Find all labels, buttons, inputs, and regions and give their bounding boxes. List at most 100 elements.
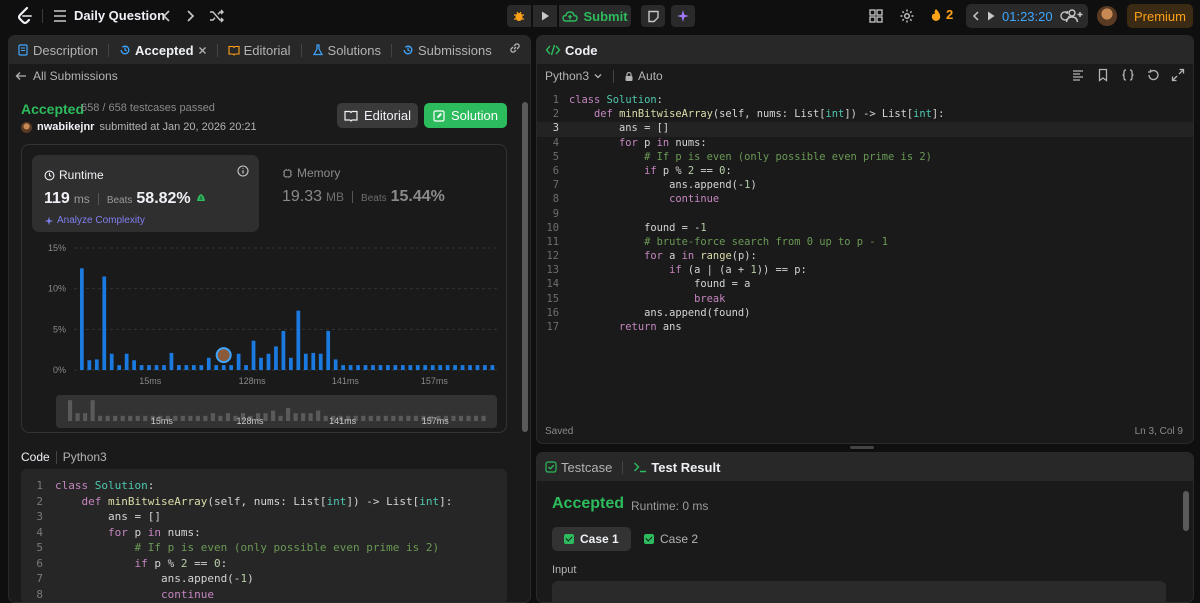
ai-assistant-button[interactable] — [671, 5, 695, 27]
play-icon[interactable] — [986, 10, 996, 22]
chart-bar[interactable] — [363, 365, 368, 370]
code-line[interactable]: 8 continue — [21, 588, 507, 603]
avatar[interactable] — [1097, 6, 1117, 26]
tab-test-result[interactable]: Test Result — [633, 460, 720, 475]
chart-bar[interactable] — [87, 360, 92, 370]
code-line[interactable]: 11 # brute-force search from 0 up to p -… — [537, 236, 1193, 250]
chart-bar[interactable] — [311, 352, 316, 370]
chart-bar[interactable] — [147, 365, 151, 370]
reset-code-icon[interactable] — [1146, 68, 1160, 82]
notes-button[interactable] — [641, 5, 665, 27]
code-line[interactable]: 8 continue — [537, 193, 1193, 207]
chart-bar[interactable] — [483, 365, 487, 370]
chart-bar[interactable] — [214, 365, 219, 370]
tab-code[interactable]: Code — [545, 43, 598, 58]
memory-value-row[interactable]: 19.33 MB Beats 15.44% — [282, 188, 445, 206]
tab-editorial[interactable]: Editorial — [228, 43, 291, 58]
chart-bar[interactable] — [356, 365, 360, 370]
distribution-overview-slider[interactable]: 15ms 128ms 141ms 157ms — [56, 395, 497, 428]
page-title[interactable]: Daily Question — [74, 8, 165, 23]
chart-bar[interactable] — [341, 365, 345, 370]
chart-bar[interactable] — [274, 346, 278, 370]
chart-bar[interactable] — [177, 365, 181, 370]
chart-bar[interactable] — [296, 310, 301, 370]
share-link-icon[interactable] — [508, 41, 522, 55]
previous-question-button[interactable] — [158, 7, 174, 25]
chart-bar[interactable] — [132, 360, 136, 370]
chart-bar[interactable] — [221, 365, 226, 370]
braces-icon[interactable] — [1121, 68, 1135, 82]
submit-button[interactable]: Submit — [559, 5, 631, 27]
bookmark-icon[interactable] — [1096, 68, 1110, 82]
tab-description[interactable]: Description — [17, 43, 98, 58]
tab-submissions[interactable]: Submissions — [402, 43, 492, 58]
case-2-tab[interactable]: Case 2 — [632, 527, 710, 551]
case-1-tab[interactable]: Case 1 — [552, 527, 631, 551]
debug-button[interactable] — [507, 5, 531, 27]
editorial-button[interactable]: Editorial — [337, 103, 418, 128]
chart-bar[interactable] — [199, 365, 204, 370]
chart-bar[interactable] — [438, 365, 443, 370]
chart-bar[interactable] — [259, 357, 263, 370]
chart-bar[interactable] — [229, 365, 234, 370]
next-question-button[interactable] — [183, 7, 199, 25]
run-button[interactable] — [533, 5, 557, 27]
code-line[interactable]: 2 def minBitwiseArray(self, nums: List[i… — [21, 495, 507, 511]
submitted-code-block[interactable]: 1 class Solution: 2 def minBitwiseArray(se… — [21, 469, 507, 603]
code-line[interactable]: 2 def minBitwiseArray(self, nums: List[i… — [537, 108, 1193, 122]
chart-bar[interactable] — [475, 365, 480, 370]
code-line[interactable]: 15 break — [537, 293, 1193, 307]
layout-icon[interactable] — [868, 8, 884, 24]
chart-bar[interactable] — [400, 365, 405, 370]
chart-bar[interactable] — [318, 353, 323, 370]
runtime-distribution-chart[interactable]: 15% 10% 5% 0% 15ms 128ms 141ms 157ms — [22, 240, 508, 400]
code-line[interactable]: 5 # If p is even (only possible even pri… — [537, 151, 1193, 165]
code-line[interactable]: 12 for a in range(p): — [537, 250, 1193, 264]
result-scrollbar[interactable] — [1183, 491, 1189, 531]
chart-bar[interactable] — [386, 365, 390, 370]
chart-bar[interactable] — [117, 365, 122, 370]
problem-list-icon[interactable] — [52, 8, 68, 24]
solution-button[interactable]: Solution — [424, 103, 507, 128]
chart-bar[interactable] — [236, 353, 241, 370]
tab-testcase[interactable]: Testcase — [545, 460, 612, 475]
left-panel-scroll-thumb[interactable] — [522, 102, 528, 432]
tab-accepted[interactable]: Accepted — [119, 43, 207, 58]
chart-bar[interactable] — [468, 365, 472, 370]
auto-mode-toggle[interactable]: Auto — [624, 69, 663, 83]
code-line[interactable]: 6 if p % 2 == 0: — [21, 557, 507, 573]
chart-bar[interactable] — [393, 365, 398, 370]
chart-bar[interactable] — [251, 340, 256, 370]
chart-bar[interactable] — [169, 352, 174, 370]
chart-bar[interactable] — [415, 365, 420, 370]
chart-bar[interactable] — [109, 353, 114, 370]
close-icon[interactable] — [198, 46, 207, 55]
premium-button[interactable]: Premium — [1127, 4, 1193, 28]
analyze-complexity-link[interactable]: Analyze Complexity — [44, 215, 145, 226]
code-line[interactable]: 10 found = -1 — [537, 222, 1193, 236]
chart-bar[interactable] — [326, 330, 331, 370]
maximize-icon[interactable] — [1171, 68, 1185, 82]
leetcode-logo[interactable] — [14, 5, 36, 27]
username-link[interactable]: nwabikejnr — [37, 121, 94, 133]
chart-bar[interactable] — [94, 359, 99, 370]
chart-bar[interactable] — [423, 365, 428, 370]
chart-bar[interactable] — [408, 365, 413, 370]
chart-bar[interactable] — [453, 365, 457, 370]
code-line[interactable]: 3 ans = [] — [537, 122, 1193, 137]
code-line[interactable]: 7 ans.append(-1) — [537, 179, 1193, 193]
chart-bar[interactable] — [80, 268, 84, 370]
shuffle-icon[interactable] — [208, 7, 226, 25]
chart-bar[interactable] — [102, 276, 107, 370]
chart-bar[interactable] — [206, 357, 211, 370]
code-line[interactable]: 1 class Solution: — [537, 94, 1193, 108]
user-avatar[interactable] — [21, 121, 32, 133]
tab-solutions[interactable]: Solutions — [312, 43, 381, 58]
format-icon[interactable] — [1071, 68, 1085, 82]
code-line[interactable]: 4 for p in nums: — [21, 526, 507, 542]
chart-bar[interactable] — [348, 365, 353, 370]
runtime-card[interactable]: Runtime 119 ms Beats 58.82% Analyze Comp… — [32, 155, 259, 232]
code-line[interactable]: 5 # If p is even (only possible even pri… — [21, 541, 507, 557]
code-line[interactable]: 9 — [537, 208, 1193, 222]
add-friend-icon[interactable] — [1064, 7, 1084, 25]
